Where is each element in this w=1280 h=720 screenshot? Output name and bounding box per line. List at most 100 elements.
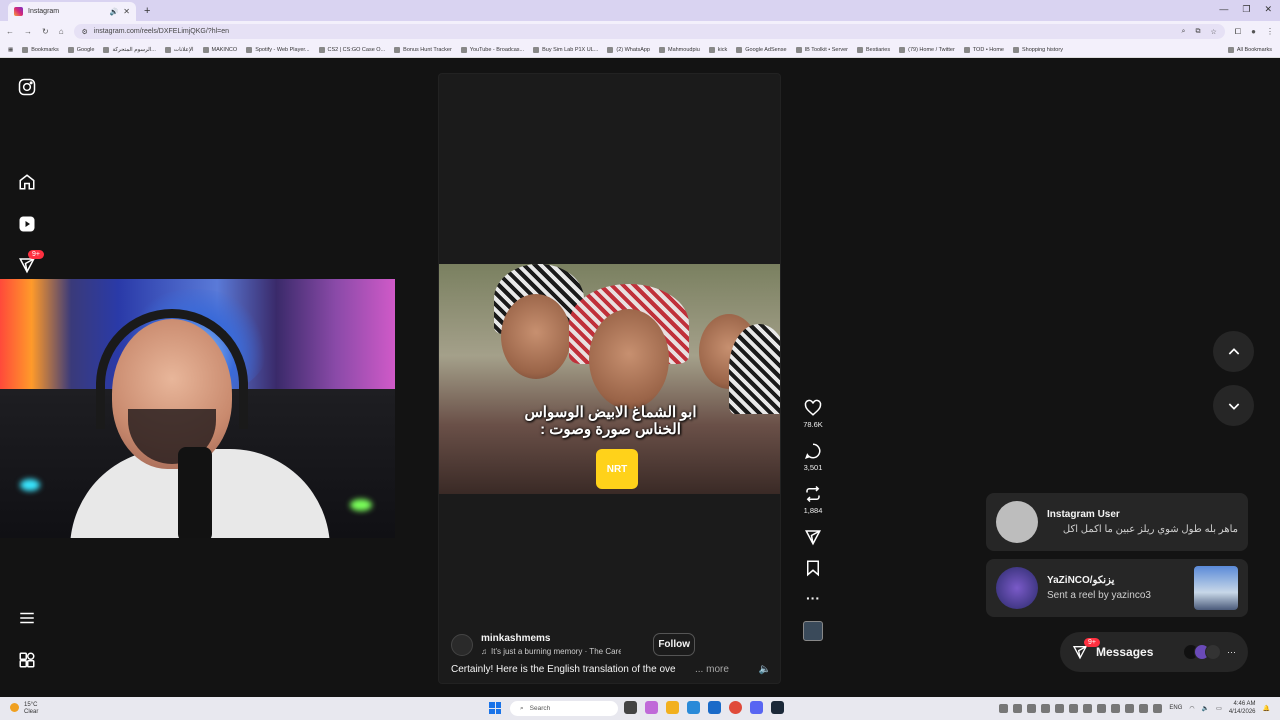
caption-more-button[interactable]: ... more [695,664,729,675]
bookmark-item[interactable]: Shopping history [1012,46,1063,53]
author-avatar[interactable] [451,633,473,656]
browser-tab-instagram[interactable]: Instagram 🔊 ✕ [8,2,136,21]
home-nav-icon[interactable] [17,172,37,192]
volume-icon[interactable]: 🔈 [1202,705,1209,712]
bookmark-item[interactable]: Google AdSense [736,46,787,53]
message-notification[interactable]: YaZiNCO/يزنكو Sent a reel by yazinco3 [986,559,1248,617]
speaker-icon[interactable]: 🔊 [110,8,119,16]
app-icon[interactable] [645,701,658,714]
notification-text: ماهر بله طول شوي ريلز عبين ما اكمل اكل [1062,524,1238,535]
wifi-icon[interactable]: ◠ [1189,705,1194,712]
site-info-icon[interactable]: ⚙ [82,28,88,36]
repost-action[interactable]: 1,884 [804,485,822,515]
steam-icon[interactable] [771,701,784,714]
webcam-light-left [20,479,40,491]
all-bookmarks-button[interactable]: All Bookmarks [1227,46,1272,53]
bookmark-item[interactable]: Google [67,46,94,53]
bookmark-item[interactable]: IB Toolkit • Server [795,46,848,53]
more-menu-icon[interactable] [17,608,37,628]
store-icon[interactable] [708,701,721,714]
comment-action[interactable]: 3,501 [804,442,822,472]
reel-video[interactable]: ابو الشماغ الابيض الوسواس الخناس صورة وص… [439,264,780,494]
share-action[interactable] [804,528,822,546]
search-icon: ⌕ [520,704,524,712]
reels-nav-icon[interactable] [17,214,37,234]
url-text: instagram.com/reels/DXFELimjQKG/?hl=en [93,28,230,35]
author-name[interactable]: minkashmems [481,633,621,644]
bookmark-item[interactable]: TOD • Home [963,46,1004,53]
apps-grid-icon[interactable]: ▦ [8,47,13,53]
url-field[interactable]: ⚙ instagram.com/reels/DXFELimjQKG/?hl=en… [73,24,1225,39]
bookmark-item[interactable]: CS2 | CS:GO Case O... [318,46,385,53]
taskbar-search[interactable]: ⌕ Search [510,701,618,716]
webcam-overlay [0,279,395,538]
forward-icon[interactable]: → [24,27,32,36]
minimize-icon[interactable]: — [1219,4,1228,15]
extensions-icon[interactable]: ⧠ [1235,27,1241,37]
bookmark-item[interactable]: Bonus Hunt Tracker [394,46,452,53]
save-action[interactable] [804,559,822,577]
file-explorer-icon[interactable] [666,701,679,714]
back-icon[interactable]: ← [6,27,14,36]
chrome-icon[interactable] [729,701,742,714]
messages-button[interactable]: 9+ Messages ··· [1060,632,1248,672]
edge-icon[interactable] [687,701,700,714]
tab-title: Instagram [28,8,60,15]
install-icon[interactable]: ⧉ [1195,28,1200,36]
home-icon[interactable]: ⌂ [59,27,64,36]
close-tab-icon[interactable]: ✕ [123,7,130,16]
reel-player[interactable]: ابو الشماغ الابيض الوسواس الخناس صورة وص… [438,73,781,684]
next-reel-button[interactable] [1213,385,1254,426]
clock[interactable]: 4:46 AM 4/14/2026 [1229,700,1256,716]
menu-dots-icon[interactable]: ⋮ [1266,27,1274,36]
like-action[interactable]: 78.6K [803,399,823,429]
start-button[interactable] [489,702,501,714]
audio-info[interactable]: ♫ It's just a burning memory · The Caret… [481,647,621,656]
task-view-icon[interactable] [624,701,637,714]
bookmark-item[interactable]: (2) WhatsApp [607,46,650,53]
instagram-logo-icon[interactable] [17,77,37,97]
bookmark-item[interactable]: الرسوم المتحركة... [103,46,156,53]
bookmark-item[interactable]: YouTube - Broadcas... [460,46,524,53]
bookmark-item[interactable]: Mahmoudpiu [658,46,700,53]
notification-badge: 9+ [28,250,44,259]
bookmark-item[interactable]: MAKINCO [202,46,237,53]
new-tab-button[interactable]: + [144,5,150,17]
message-notification[interactable]: Instagram User ماهر بله طول شوي ريلز عبي… [986,493,1248,551]
more-options-action[interactable]: ··· [806,590,820,606]
direct-messages-nav-icon[interactable]: 9+ [17,250,44,275]
notification-sender: YaZiNCO/يزنكو [1047,575,1115,586]
bookmark-item[interactable]: Bookmarks [22,46,59,53]
zoom-icon[interactable]: ⌕ [1182,28,1186,36]
bookmark-item[interactable]: (79) Home / Twitter [899,46,955,53]
also-from-meta-icon[interactable] [17,650,37,670]
notification-text: Sent a reel by yazinco3 [1047,590,1151,601]
temperature: 15°C [24,701,38,708]
language-indicator[interactable]: ENG [1169,705,1182,711]
discord-icon[interactable] [750,701,763,714]
audio-thumbnail[interactable] [803,621,823,641]
battery-icon[interactable]: ▭ [1216,705,1222,712]
bookmark-item[interactable]: Bestiaries [856,46,890,53]
follow-button[interactable]: Follow [653,633,695,656]
maximize-icon[interactable]: ❐ [1242,4,1250,15]
windows-taskbar: 15°C Clear ⌕ Search ENG ◠ 🔈 ▭ 4:46 AM 4/… [0,697,1280,720]
bookmark-item[interactable]: Spotify - Web Player... [246,46,310,53]
instagram-favicon-icon [14,7,23,16]
bookmark-star-icon[interactable]: ☆ [1210,28,1216,36]
bookmark-item[interactable]: kick [708,46,727,53]
notification-center-icon[interactable]: 🔔 [1263,705,1270,712]
more-dots-icon[interactable]: ··· [806,590,820,606]
profile-avatar[interactable]: ● [1251,27,1256,36]
close-window-icon[interactable]: ✕ [1264,4,1272,15]
weather-widget[interactable]: 15°C Clear [24,702,38,716]
tray-icons[interactable] [999,703,1163,713]
mute-toggle-icon[interactable]: 🔈 [759,664,771,675]
news-microphone: NRT [596,449,638,489]
bookmark-item[interactable]: Buy Sim Lab P1X UL... [533,46,598,53]
bookmark-item[interactable]: الإعلانات [164,46,194,53]
reload-icon[interactable]: ↻ [42,27,49,36]
previous-reel-button[interactable] [1213,331,1254,372]
more-dots-icon: ··· [1227,647,1236,657]
reel-caption: Certainly! Here is the English translati… [451,664,676,675]
